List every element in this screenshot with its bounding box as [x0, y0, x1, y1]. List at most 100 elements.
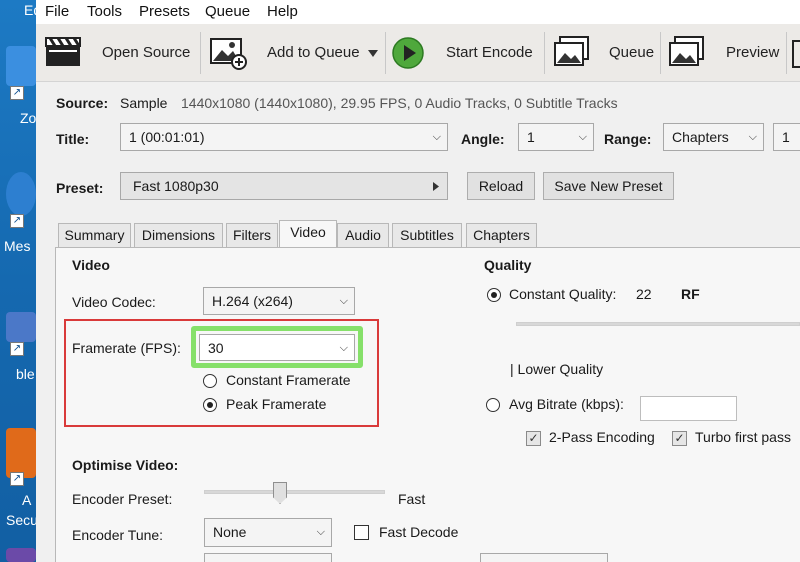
tab-video[interactable]: Video [279, 220, 337, 248]
shortcut-arrow-icon: ↗ [10, 214, 24, 228]
video-codec-label: Video Codec: [72, 294, 156, 310]
add-to-queue-label[interactable]: Add to Queue [267, 44, 360, 61]
toolbar-separator [786, 32, 787, 74]
avg-bitrate-label[interactable]: Avg Bitrate (kbps): [509, 396, 624, 412]
encoder-preset-label: Encoder Preset: [72, 491, 173, 507]
title-label: Title: [56, 131, 90, 147]
toolbar-separator [200, 32, 201, 74]
video-heading: Video [72, 257, 110, 273]
framerate-select[interactable]: 30 ⌵ [199, 334, 355, 361]
title-value: 1 (00:01:01) [129, 129, 205, 145]
turbo-first-pass-checkbox[interactable]: ✓ [672, 431, 687, 446]
desktop-label: Zo [20, 110, 36, 126]
video-codec-value: H.264 (x264) [212, 293, 293, 309]
constant-quality-unit: RF [681, 286, 700, 302]
angle-select[interactable]: 1 ⌵ [518, 123, 594, 151]
range-start-select[interactable]: 1 [773, 123, 800, 151]
menu-tools[interactable]: Tools [87, 3, 122, 20]
desktop-label: ble [16, 366, 35, 382]
preview-icon[interactable] [666, 34, 708, 72]
queue-button[interactable]: Queue [609, 44, 654, 61]
avg-bitrate-radio[interactable] [486, 398, 500, 412]
constant-quality-radio[interactable] [487, 288, 501, 302]
quality-slider-track[interactable] [516, 322, 800, 326]
angle-value: 1 [527, 129, 535, 145]
toolbar-separator [660, 32, 661, 74]
source-label: Source: [56, 95, 109, 111]
framerate-value: 30 [208, 340, 224, 356]
menu-help[interactable]: Help [267, 3, 298, 20]
desktop-label: Secu [6, 512, 36, 528]
tab-filters[interactable]: Filters [226, 223, 278, 247]
peak-framerate-radio[interactable] [203, 398, 217, 412]
menu-bar: File Tools Presets Queue Help [36, 0, 800, 24]
encoder-level-select[interactable] [480, 553, 608, 562]
menu-queue[interactable]: Queue [205, 3, 250, 20]
add-image-icon [210, 38, 247, 70]
preset-label: Preset: [56, 180, 104, 196]
video-codec-select[interactable]: H.264 (x264) ⌵ [203, 287, 355, 315]
activity-log-icon[interactable] [792, 40, 800, 68]
app-icon[interactable] [6, 548, 36, 562]
peak-framerate-label[interactable]: Peak Framerate [226, 396, 326, 412]
fast-decode-checkbox[interactable] [354, 525, 369, 540]
desktop-label: Mes [4, 238, 31, 254]
fast-decode-label[interactable]: Fast Decode [379, 524, 458, 540]
two-pass-label[interactable]: 2-Pass Encoding [549, 429, 655, 445]
desktop-label: Ed [24, 2, 36, 18]
zoom-app-icon[interactable] [6, 46, 36, 86]
messenger-app-icon[interactable] [6, 172, 36, 216]
source-name: Sample [120, 95, 168, 111]
clapperboard-icon [45, 37, 81, 66]
save-new-preset-button[interactable]: Save New Preset [543, 172, 674, 200]
add-to-queue-button[interactable] [208, 34, 250, 72]
turbo-first-pass-label[interactable]: Turbo first pass [695, 429, 791, 445]
reload-button[interactable]: Reload [467, 172, 535, 200]
menu-presets[interactable]: Presets [139, 3, 190, 20]
tab-subtitles[interactable]: Subtitles [392, 223, 462, 247]
preview-button[interactable]: Preview [726, 44, 779, 61]
preset-value: Fast 1080p30 [133, 178, 219, 194]
tab-audio[interactable]: Audio [337, 223, 389, 247]
encoder-preset-slider-track[interactable] [204, 490, 385, 494]
chevron-down-icon: ⌵ [578, 131, 587, 143]
encoder-profile-select[interactable] [204, 553, 332, 562]
two-pass-checkbox[interactable]: ✓ [526, 431, 541, 446]
chevron-down-icon: ⌵ [748, 131, 757, 143]
preset-select[interactable]: Fast 1080p30 [120, 172, 448, 200]
tab-summary[interactable]: Summary [58, 223, 131, 247]
toolbar: Open Source Add to Queue Start Encode Qu… [36, 24, 800, 82]
handbrake-window: File Tools Presets Queue Help Open Sourc… [36, 0, 800, 562]
shortcut-arrow-icon: ↗ [10, 342, 24, 356]
constant-quality-label[interactable]: Constant Quality: [509, 286, 616, 302]
open-source-label[interactable]: Open Source [102, 44, 190, 61]
constant-framerate-label[interactable]: Constant Framerate [226, 372, 351, 388]
shortcut-arrow-icon: ↗ [10, 86, 24, 100]
encoder-tune-select[interactable]: None ⌵ [204, 518, 332, 547]
constant-framerate-radio[interactable] [203, 374, 217, 388]
play-icon[interactable] [391, 36, 427, 70]
range-value: Chapters [672, 129, 729, 145]
dropdown-caret-icon[interactable] [368, 50, 378, 58]
source-details: 1440x1080 (1440x1080), 29.95 FPS, 0 Audi… [181, 95, 618, 111]
menu-file[interactable]: File [45, 3, 69, 20]
tab-dimensions[interactable]: Dimensions [134, 223, 223, 247]
title-select[interactable]: 1 (00:01:01) ⌵ [120, 123, 448, 151]
tab-chapters[interactable]: Chapters [466, 223, 537, 247]
quality-heading: Quality [484, 257, 532, 273]
app-icon[interactable] [6, 312, 36, 342]
chevron-down-icon: ⌵ [339, 295, 348, 307]
range-label: Range: [604, 131, 652, 147]
start-encode-button[interactable]: Start Encode [446, 44, 533, 61]
encoder-tune-label: Encoder Tune: [72, 527, 164, 543]
optimise-heading: Optimise Video: [72, 457, 179, 473]
open-source-button[interactable] [44, 34, 96, 72]
desktop-strip: Ed ↗ Zo ↗ Mes ↗ ble ↗ A Secu [0, 0, 36, 562]
encoder-preset-value: Fast [398, 491, 426, 507]
security-app-icon[interactable] [6, 428, 36, 478]
avg-bitrate-input[interactable] [640, 396, 737, 421]
framerate-label: Framerate (FPS): [72, 340, 181, 356]
queue-icon[interactable] [551, 34, 593, 72]
chevron-down-icon: ⌵ [339, 342, 348, 354]
range-select[interactable]: Chapters ⌵ [663, 123, 764, 151]
